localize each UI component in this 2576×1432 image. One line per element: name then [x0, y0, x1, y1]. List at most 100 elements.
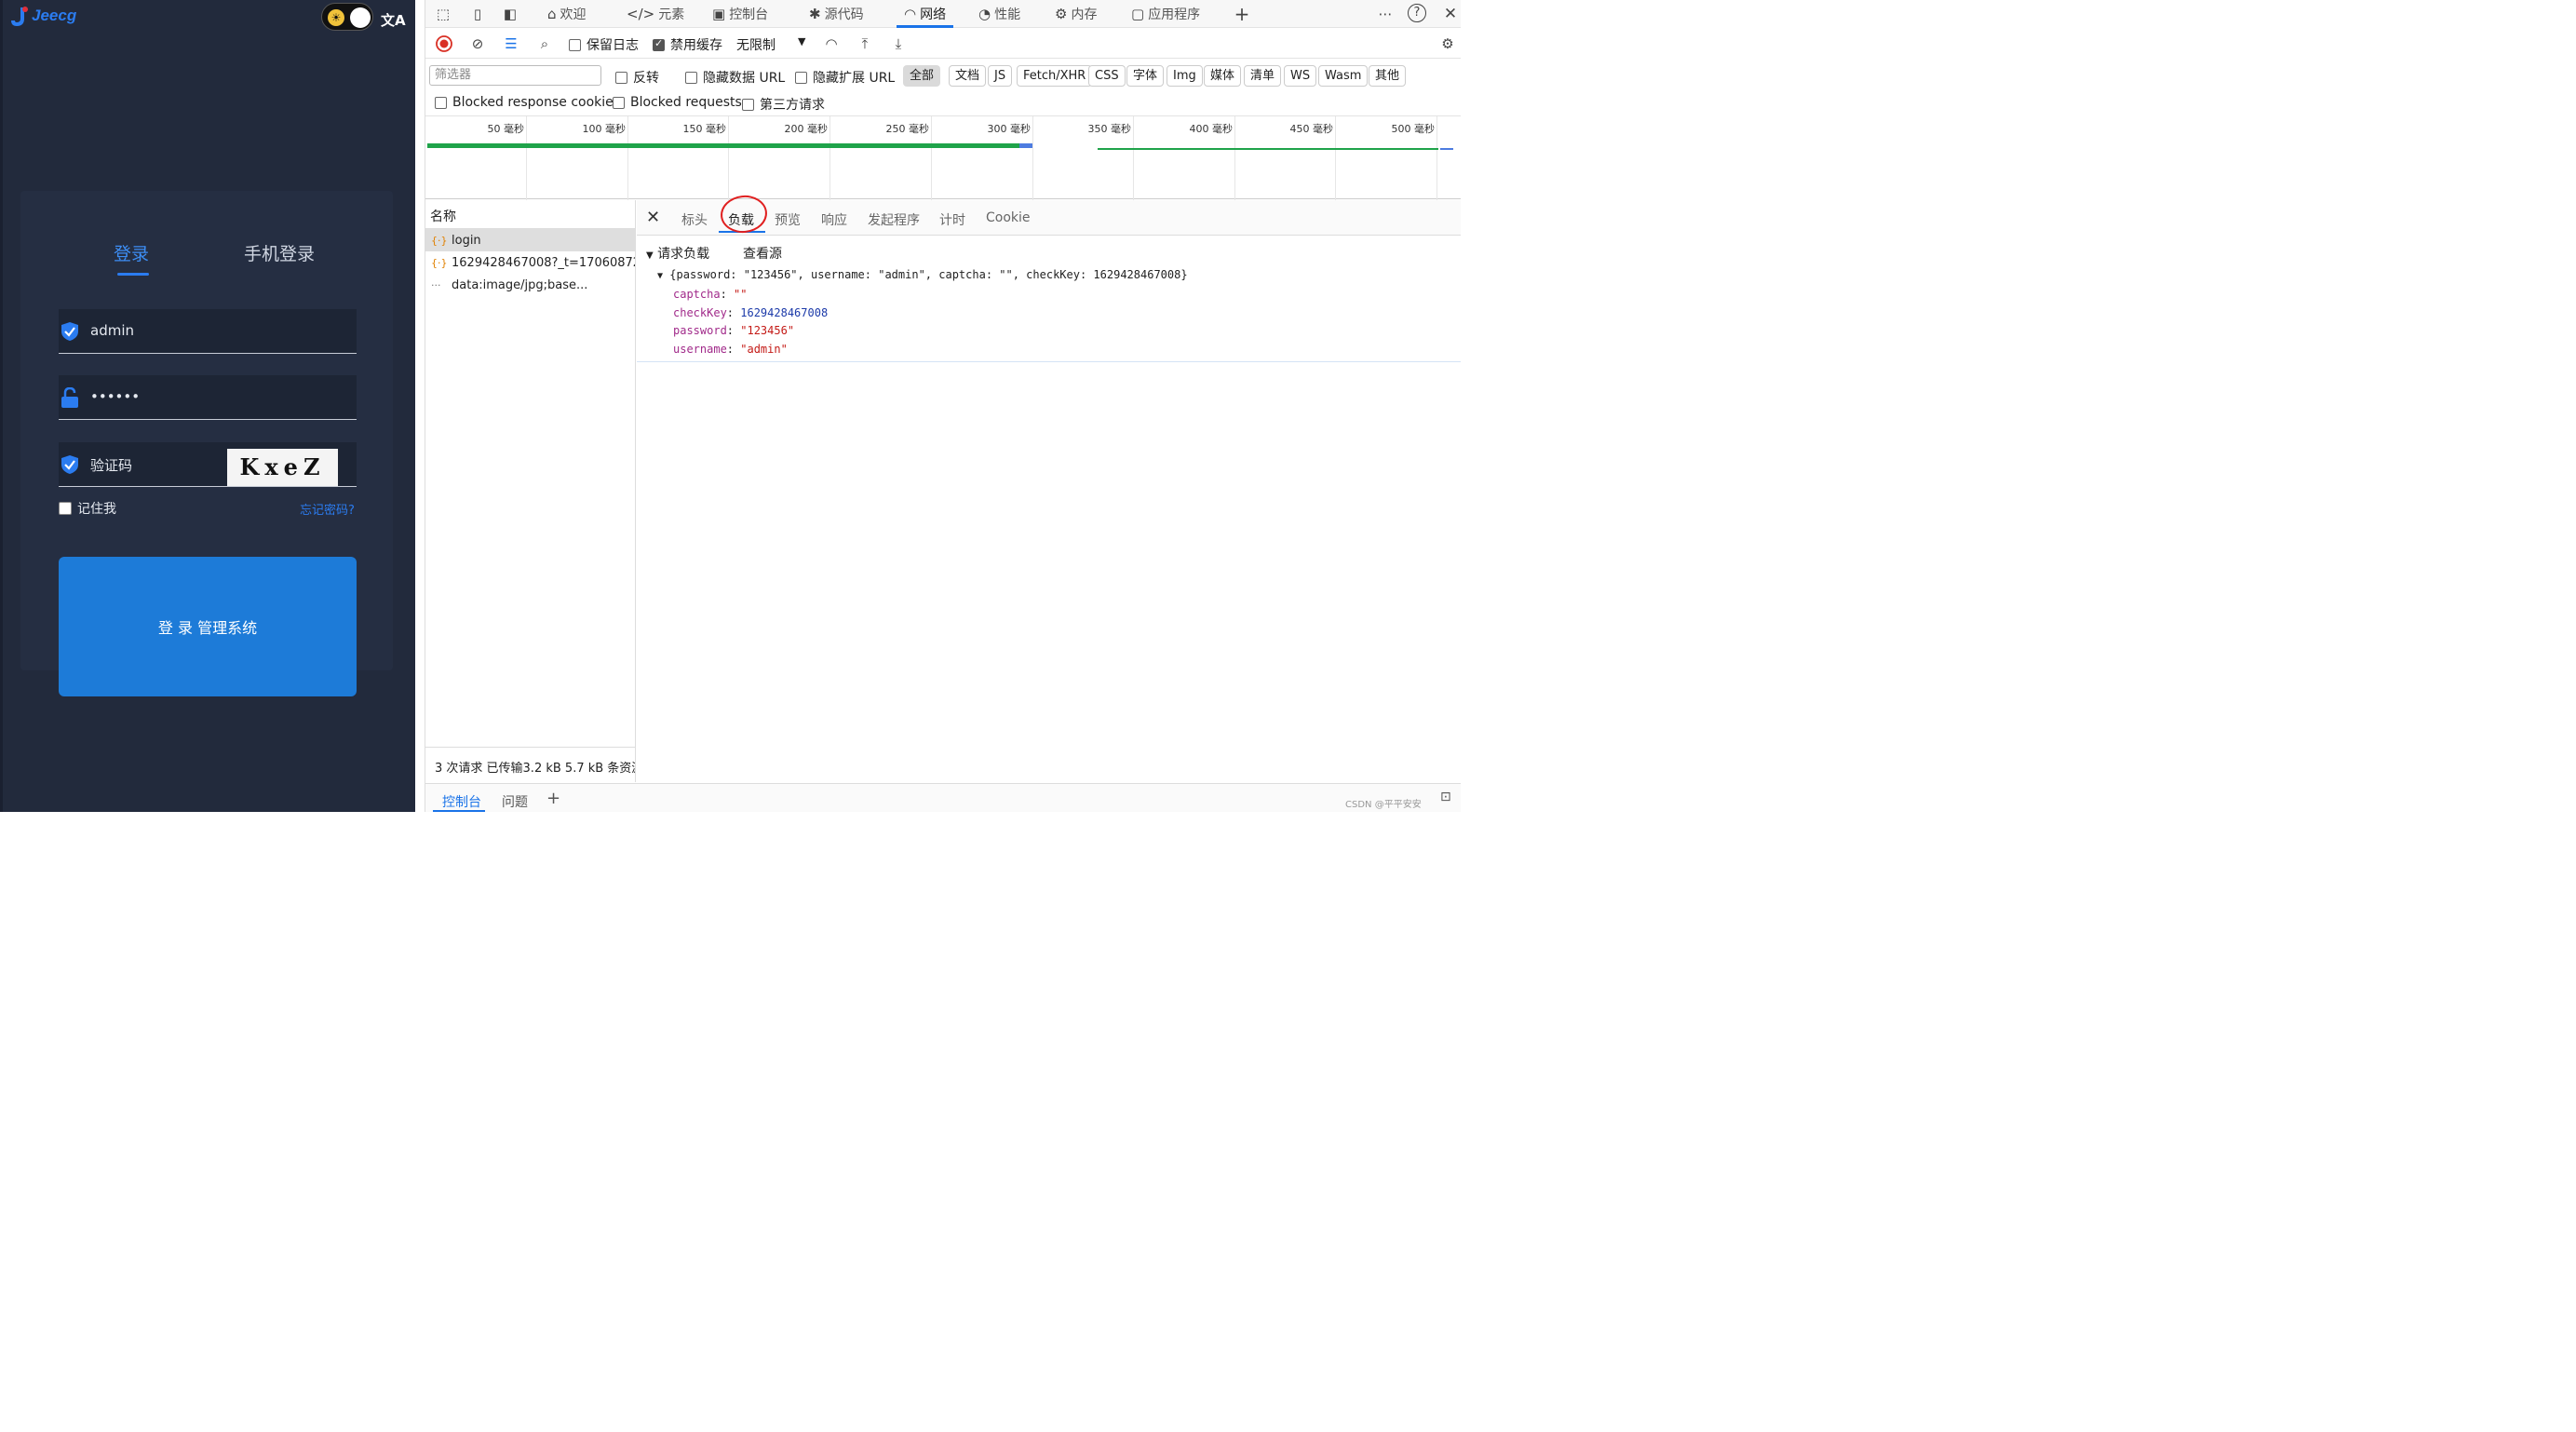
invert-label: 反转: [633, 71, 659, 86]
hide-data-urls-box[interactable]: [685, 71, 697, 84]
preserve-log-checkbox[interactable]: 保留日志: [569, 35, 639, 54]
tab-welcome[interactable]: ⌂ 欢迎: [547, 0, 587, 28]
tab-headers[interactable]: 标头: [681, 210, 708, 229]
timeline-gridline: [1335, 116, 1336, 200]
invert-checkbox[interactable]: 反转: [615, 68, 659, 87]
code-icon: </>: [627, 6, 655, 22]
filter-chip-ws[interactable]: WS: [1284, 65, 1317, 87]
translate-icon[interactable]: 文A: [381, 10, 406, 30]
tab-sources[interactable]: ✱ 源代码: [809, 0, 864, 28]
help-icon[interactable]: ?: [1408, 4, 1426, 22]
throttling-select[interactable]: 无限制: [736, 35, 775, 54]
filter-chip-css[interactable]: CSS: [1088, 65, 1126, 87]
chevron-down-icon[interactable]: ▼: [798, 35, 805, 47]
settings-gear-icon[interactable]: ⚙: [1438, 34, 1457, 53]
request-list-header[interactable]: 名称: [425, 200, 635, 229]
theme-toggle[interactable]: ☀: [321, 3, 373, 31]
remember-checkbox[interactable]: [59, 502, 72, 515]
blocked-requests-box[interactable]: [613, 96, 625, 109]
bug-icon: ✱: [809, 6, 821, 22]
tab-cookie[interactable]: Cookie: [986, 210, 1031, 225]
export-har-icon[interactable]: ⤓: [889, 34, 908, 53]
filter-chip-media[interactable]: 媒体: [1204, 65, 1242, 87]
view-source-link[interactable]: 查看源: [743, 244, 782, 263]
captcha-placeholder: 验证码: [90, 457, 133, 474]
request-row[interactable]: {·} 1629428467008?_t=17060872...: [425, 251, 635, 274]
tab-elements[interactable]: </> 元素: [627, 0, 684, 28]
blocked-requests-checkbox[interactable]: Blocked requests: [613, 95, 742, 110]
payload-value: 1629428467008: [740, 306, 829, 319]
pane-divider: [415, 0, 425, 812]
filter-chip-js[interactable]: JS: [988, 65, 1013, 87]
captcha-image[interactable]: KxeZ: [227, 449, 338, 486]
filter-chip-font[interactable]: 字体: [1126, 65, 1165, 87]
request-detail-pane: ✕ 标头 负载 预览 响应 发起程序 计时 Cookie ▼ 请求负载 查看源 …: [637, 193, 1461, 782]
payload-object[interactable]: ▼ {password: "123456", username: "admin"…: [657, 268, 1188, 281]
remember-me[interactable]: 记住我: [59, 499, 116, 518]
bottom-drawer: 控制台 问题 + CSDN @平平安安 ⊡: [425, 783, 1461, 812]
blocked-response-cookies-box[interactable]: [435, 96, 447, 109]
filter-chip-wasm[interactable]: Wasm: [1318, 65, 1369, 87]
filter-chip-manifest[interactable]: 清单: [1244, 65, 1282, 87]
third-party-checkbox[interactable]: 第三方请求: [742, 95, 825, 114]
tab-network[interactable]: ◠ 网络: [897, 0, 954, 28]
tab-preview[interactable]: 预览: [775, 210, 801, 229]
login-button[interactable]: 登 录 管理系统: [59, 557, 357, 696]
search-icon[interactable]: ⌕: [535, 34, 554, 53]
third-party-box[interactable]: [742, 98, 754, 111]
hide-extension-urls-box[interactable]: [795, 71, 807, 84]
add-tab-icon[interactable]: +: [1232, 4, 1252, 24]
tab-timing[interactable]: 计时: [939, 210, 965, 229]
tab-login[interactable]: 登录: [114, 240, 149, 265]
inspect-icon[interactable]: ⬚: [433, 4, 453, 24]
preserve-log-box[interactable]: [569, 38, 581, 51]
filter-chip-doc[interactable]: 文档: [949, 65, 987, 87]
tab-memory[interactable]: ⚙ 内存: [1055, 0, 1097, 28]
close-icon[interactable]: ✕: [1440, 4, 1461, 24]
network-conditions-icon[interactable]: ◠: [822, 34, 841, 53]
dock-side-icon[interactable]: ◧: [500, 4, 520, 24]
device-toggle-icon[interactable]: ▯: [467, 4, 488, 24]
filter-chip-fetch-xhr[interactable]: Fetch/XHR: [1017, 65, 1093, 87]
drawer-tab-console[interactable]: 控制台: [442, 792, 481, 811]
close-detail-icon[interactable]: ✕: [646, 208, 660, 227]
record-icon[interactable]: [435, 34, 453, 53]
forgot-password-link[interactable]: 忘记密码?: [300, 500, 355, 518]
filter-chip-img[interactable]: Img: [1167, 65, 1203, 87]
disable-cache-box[interactable]: [653, 37, 665, 51]
blocked-requests-label: Blocked requests: [630, 95, 742, 110]
request-payload-section: ▼ 请求负载 查看源 ▼ {password: "123456", userna…: [637, 237, 1461, 362]
more-icon[interactable]: ⋯: [1375, 4, 1396, 24]
tab-initiator[interactable]: 发起程序: [868, 210, 920, 229]
tab-performance[interactable]: ◔ 性能: [978, 0, 1020, 28]
network-overview-timeline[interactable]: 50 毫秒 100 毫秒 150 毫秒 200 毫秒 250 毫秒 300 毫秒…: [425, 115, 1461, 200]
username-field[interactable]: admin: [59, 309, 357, 354]
password-field[interactable]: ••••••: [59, 375, 357, 420]
hide-data-urls-checkbox[interactable]: 隐藏数据 URL: [685, 68, 785, 87]
filter-input[interactable]: 筛选器: [429, 65, 601, 86]
filter-icon[interactable]: ☰: [502, 34, 520, 53]
captcha-field[interactable]: 验证码 KxeZ: [59, 442, 357, 487]
payload-section-header[interactable]: ▼ 请求负载: [646, 244, 709, 263]
dock-drawer-icon[interactable]: ⊡: [1440, 790, 1451, 804]
tab-phone-login[interactable]: 手机登录: [244, 240, 315, 265]
invert-box[interactable]: [615, 71, 627, 84]
import-har-icon[interactable]: ⤒: [856, 34, 874, 53]
request-row[interactable]: {·} login: [425, 229, 635, 251]
filter-chip-other[interactable]: 其他: [1369, 65, 1407, 87]
request-row[interactable]: ··· data:image/jpg;base...: [425, 274, 635, 296]
wifi-icon: ◠: [904, 6, 917, 22]
clear-icon[interactable]: ⊘: [468, 34, 487, 53]
tab-response[interactable]: 响应: [821, 210, 847, 229]
home-icon: ⌂: [547, 6, 557, 22]
remember-label: 记住我: [77, 502, 116, 517]
logo-text: Jeecg: [32, 7, 77, 24]
add-drawer-tab-icon[interactable]: +: [546, 789, 560, 808]
hide-extension-urls-checkbox[interactable]: 隐藏扩展 URL: [795, 68, 895, 87]
filter-chip-all[interactable]: 全部: [903, 65, 941, 87]
drawer-tab-issues[interactable]: 问题: [502, 792, 528, 811]
blocked-response-cookies-checkbox[interactable]: Blocked response cookies: [435, 95, 620, 110]
tab-console[interactable]: ▣ 控制台: [712, 0, 768, 28]
disable-cache-checkbox[interactable]: 禁用缓存: [653, 35, 722, 54]
tab-application[interactable]: ▢ 应用程序: [1131, 0, 1200, 28]
